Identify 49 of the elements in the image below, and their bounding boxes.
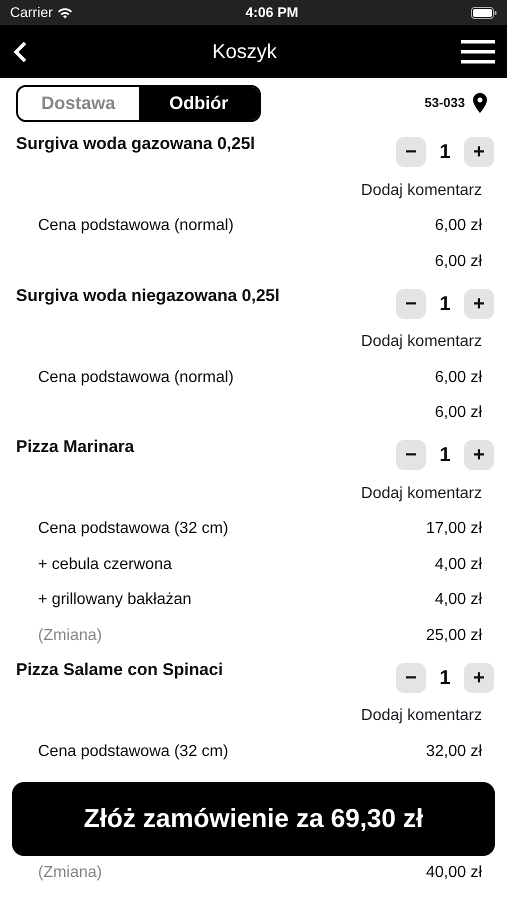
add-comment-link[interactable]: Dodaj komentarz bbox=[361, 482, 482, 506]
screen-title: Koszyk bbox=[212, 40, 277, 64]
plus-button[interactable]: + bbox=[464, 440, 494, 470]
plus-button[interactable]: + bbox=[464, 137, 494, 167]
location-pin-icon[interactable] bbox=[473, 93, 487, 113]
plus-button[interactable]: + bbox=[464, 662, 494, 692]
battery-icon bbox=[471, 6, 498, 18]
add-comment-link[interactable]: Dodaj komentarz bbox=[361, 704, 482, 728]
menu-icon[interactable] bbox=[461, 40, 495, 64]
quantity: 1 bbox=[438, 666, 452, 690]
wifi-icon bbox=[56, 6, 73, 18]
place-order-button[interactable]: Złóż zamówienie za 69,30 zł bbox=[12, 782, 495, 856]
quantity: 1 bbox=[438, 443, 452, 468]
line-label: (Zmiana) bbox=[38, 863, 102, 884]
item-name: Surgiva woda gazowana 0,25l bbox=[16, 133, 256, 155]
line-price: 40,00 zł bbox=[426, 863, 482, 884]
line-price: 6,00 zł bbox=[434, 216, 482, 236]
minus-button[interactable]: − bbox=[396, 440, 426, 470]
postal-code: 53-033 bbox=[424, 94, 465, 112]
line-price: 4,00 zł bbox=[434, 590, 482, 610]
line-label: Cena podstawowa (normal) bbox=[38, 368, 234, 388]
minus-button[interactable]: − bbox=[396, 662, 426, 692]
plus-button[interactable]: + bbox=[464, 288, 494, 318]
delivery-mode-tab[interactable]: Odbiór bbox=[138, 86, 259, 120]
line-price: 6,00 zł bbox=[434, 403, 482, 424]
add-comment-link[interactable]: Dodaj komentarz bbox=[361, 178, 482, 203]
line-price: 25,00 zł bbox=[426, 626, 482, 646]
line-price: 17,00 zł bbox=[426, 519, 482, 540]
line-label: + grillowany bakłażan bbox=[38, 590, 192, 610]
line-price: 4,00 zł bbox=[434, 554, 482, 575]
back-icon[interactable] bbox=[12, 40, 28, 62]
status-time: 4:06 PM bbox=[245, 3, 298, 22]
line-price: 6,00 zł bbox=[434, 252, 482, 272]
quantity: 1 bbox=[438, 140, 452, 165]
minus-button[interactable]: − bbox=[396, 288, 426, 318]
line-label: (Zmiana) bbox=[38, 626, 102, 646]
item-name: Surgiva woda niegazowana 0,25l bbox=[16, 284, 280, 307]
item-name: Pizza Salame con Spinaci bbox=[16, 658, 223, 680]
item-name: Pizza Marinara bbox=[16, 436, 134, 458]
line-label: Cena podstawowa (32 cm) bbox=[38, 519, 228, 540]
minus-button[interactable]: − bbox=[396, 137, 426, 167]
quantity: 1 bbox=[438, 292, 452, 316]
line-price: 6,00 zł bbox=[434, 368, 482, 388]
line-price: 32,00 zł bbox=[426, 742, 482, 762]
add-comment-link[interactable]: Dodaj komentarz bbox=[361, 330, 482, 354]
line-label: Cena podstawowa (32 cm) bbox=[38, 742, 228, 762]
line-label: + cebula czerwona bbox=[38, 554, 172, 575]
line-label: Cena podstawowa (normal) bbox=[38, 216, 234, 236]
carrier-label: Carrier bbox=[10, 3, 53, 22]
